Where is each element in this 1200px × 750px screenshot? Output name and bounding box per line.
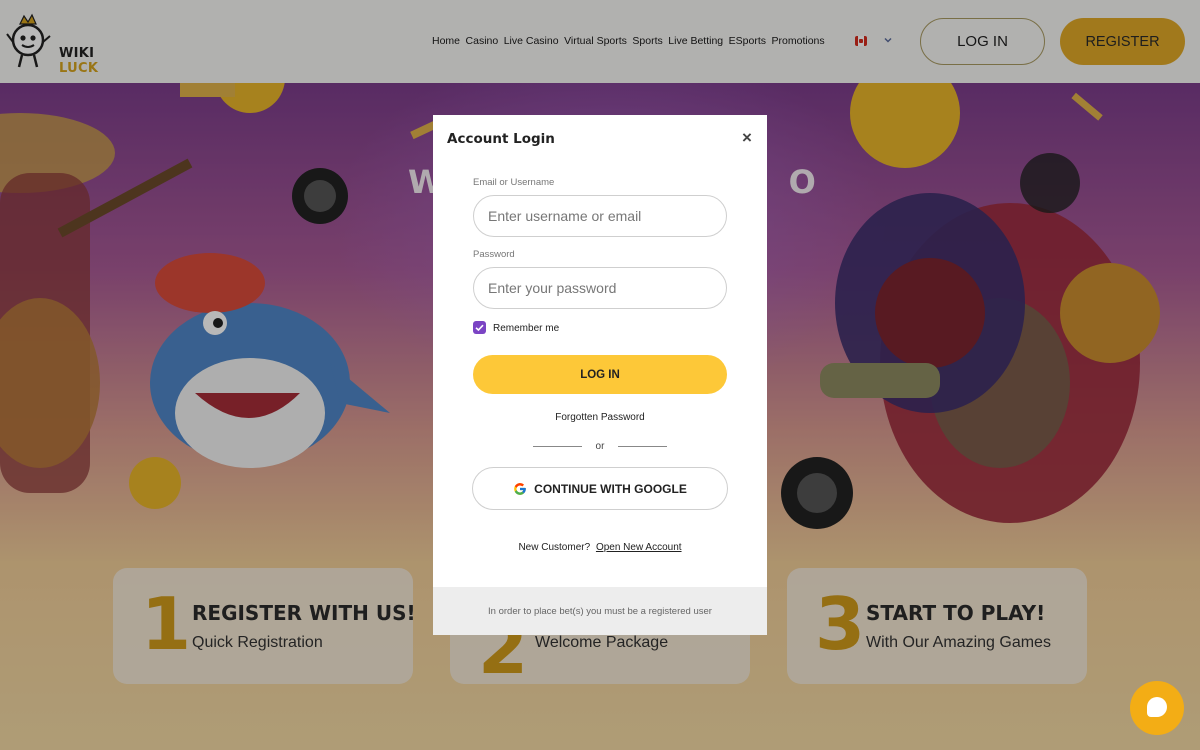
divider-right bbox=[618, 446, 667, 447]
new-customer-row: New Customer? Open New Account bbox=[433, 542, 767, 553]
remember-me-checkbox[interactable] bbox=[473, 321, 486, 334]
password-input[interactable] bbox=[473, 267, 727, 309]
close-icon[interactable]: × bbox=[739, 129, 755, 147]
forgot-password-link[interactable]: Forgotten Password bbox=[433, 412, 767, 423]
modal-footer-note: In order to place bet(s) you must be a r… bbox=[433, 587, 767, 635]
password-label: Password bbox=[473, 249, 515, 260]
open-account-link[interactable]: Open New Account bbox=[596, 542, 682, 553]
login-modal: Account Login × Email or Username Passwo… bbox=[433, 115, 767, 635]
remember-me-label[interactable]: Remember me bbox=[493, 323, 559, 334]
google-icon bbox=[514, 482, 526, 495]
email-label: Email or Username bbox=[473, 177, 555, 188]
modal-title: Account Login bbox=[447, 131, 555, 147]
new-customer-text: New Customer? bbox=[518, 542, 591, 553]
or-separator: or bbox=[595, 441, 605, 452]
google-login-button[interactable]: CONTINUE WITH GOOGLE bbox=[472, 467, 728, 510]
username-input[interactable] bbox=[473, 195, 727, 237]
chat-icon[interactable] bbox=[1130, 681, 1184, 735]
checkmark-icon bbox=[475, 324, 484, 332]
login-submit-button[interactable]: LOG IN bbox=[473, 355, 727, 394]
google-button-label: CONTINUE WITH GOOGLE bbox=[534, 481, 687, 496]
